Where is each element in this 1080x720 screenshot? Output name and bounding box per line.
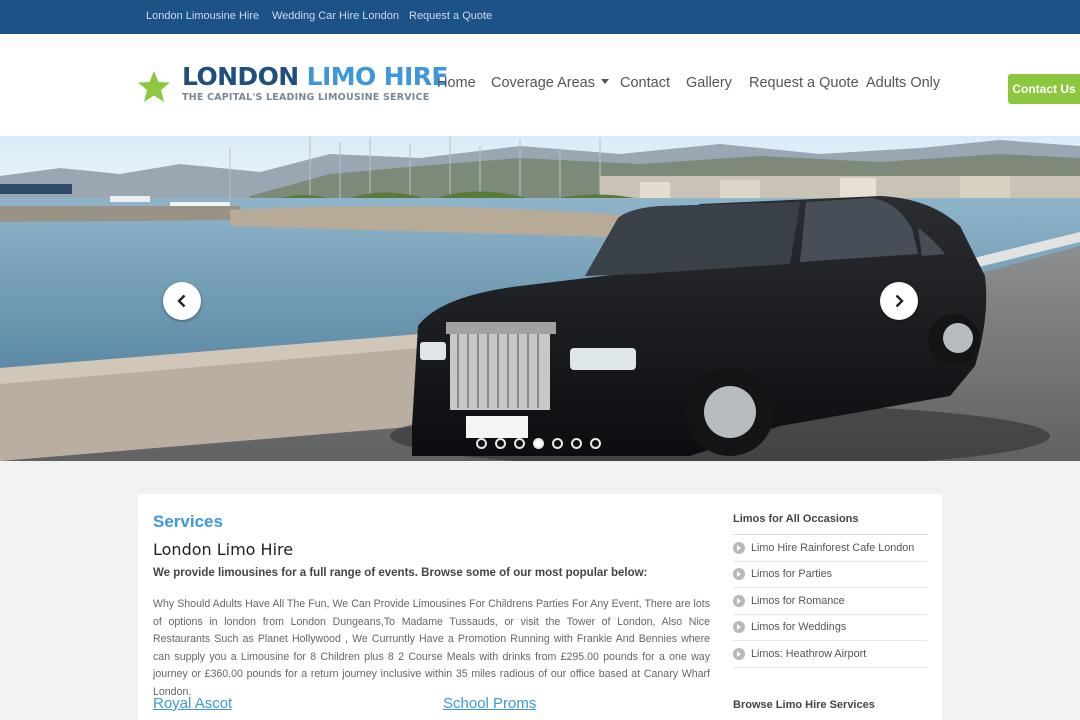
nav-gallery[interactable]: Gallery: [686, 75, 732, 91]
logo-title: LONDON LIMO HIRE: [182, 64, 448, 90]
sidebar-heading-browse: Browse Limo Hire Services: [733, 699, 875, 711]
sidebar-item-heathrow[interactable]: Limos: Heathrow Airport: [733, 641, 927, 668]
chevron-left-icon: [177, 294, 186, 308]
top-bar: London Limousine Hire Wedding Car Hire L…: [0, 0, 1080, 34]
slider-dot[interactable]: [552, 438, 563, 449]
nav-coverage-areas[interactable]: Coverage Areas: [491, 75, 609, 91]
slider-dot[interactable]: [533, 438, 544, 449]
topbar-link-london-limousine-hire[interactable]: London Limousine Hire: [146, 10, 259, 22]
school-proms-link[interactable]: School Proms: [443, 695, 536, 712]
slider-dot[interactable]: [514, 438, 525, 449]
arrow-circle-icon: [733, 541, 745, 554]
logo-title-part2: LIMO HIRE: [306, 62, 449, 91]
nav-contact[interactable]: Contact: [620, 75, 670, 91]
topbar-link-wedding-car-hire[interactable]: Wedding Car Hire London: [272, 10, 399, 22]
sidebar-item-label: Limos: Heathrow Airport: [751, 647, 867, 660]
slider-pagination: [476, 438, 601, 450]
arrow-circle-icon: [733, 568, 745, 581]
nav-home[interactable]: Home: [437, 75, 476, 91]
sidebar-item-label: Limos for Weddings: [751, 621, 847, 634]
sidebar-item-label: Limos for Parties: [751, 568, 833, 581]
contact-us-button[interactable]: Contact Us: [1008, 74, 1080, 104]
slider-next-button[interactable]: [880, 282, 918, 320]
chevron-right-icon: [895, 294, 904, 308]
services-body: Why Should Adults Have All The Fun, We C…: [153, 598, 710, 698]
slider-dot[interactable]: [495, 438, 506, 449]
arrow-circle-icon: [733, 647, 745, 660]
services-lead: We provide limousines for a full range o…: [153, 567, 648, 579]
arrow-circle-icon: [733, 621, 745, 634]
nav-coverage-areas-label: Coverage Areas: [491, 75, 595, 91]
sidebar-item-label: Limos for Romance: [751, 594, 845, 607]
sidebar-item-rainforest-cafe[interactable]: Limo Hire Rainforest Cafe London: [733, 535, 927, 562]
nav-adults-only[interactable]: Adults Only: [866, 75, 940, 91]
logo-tagline: THE CAPITAL'S LEADING LIMOUSINE SERVICE: [182, 92, 430, 103]
nav-request-quote[interactable]: Request a Quote: [749, 75, 859, 91]
sidebar-item-romance[interactable]: Limos for Romance: [733, 588, 927, 615]
logo-title-part1: LONDON: [182, 62, 299, 91]
sidebar-item-weddings[interactable]: Limos for Weddings: [733, 615, 927, 641]
sidebar-heading-occasions: Limos for All Occasions: [733, 513, 859, 525]
sidebar-list: Limo Hire Rainforest Cafe London Limos f…: [733, 534, 927, 668]
site-header: LONDON LIMO HIRE THE CAPITAL'S LEADING L…: [0, 34, 1080, 136]
topbar-link-request-quote[interactable]: Request a Quote: [409, 10, 492, 22]
slider-dot[interactable]: [571, 438, 582, 449]
slider-dot[interactable]: [590, 438, 601, 449]
hero-image-limousine: [0, 136, 1080, 461]
content-panel: Services London Limo Hire We provide lim…: [138, 494, 942, 720]
slider-dot[interactable]: [476, 438, 487, 449]
royal-ascot-link[interactable]: Royal Ascot: [153, 695, 232, 712]
hero-slider: [0, 136, 1080, 461]
site-logo[interactable]: LONDON LIMO HIRE THE CAPITAL'S LEADING L…: [137, 64, 448, 108]
caret-down-icon: [600, 79, 609, 84]
services-heading: Services: [153, 512, 223, 531]
sidebar-item-parties[interactable]: Limos for Parties: [733, 562, 927, 588]
sidebar-item-label: Limo Hire Rainforest Cafe London: [751, 541, 915, 554]
arrow-circle-icon: [733, 594, 745, 607]
star-icon: [138, 71, 170, 102]
slider-prev-button[interactable]: [163, 282, 201, 320]
services-title: London Limo Hire: [153, 540, 294, 559]
